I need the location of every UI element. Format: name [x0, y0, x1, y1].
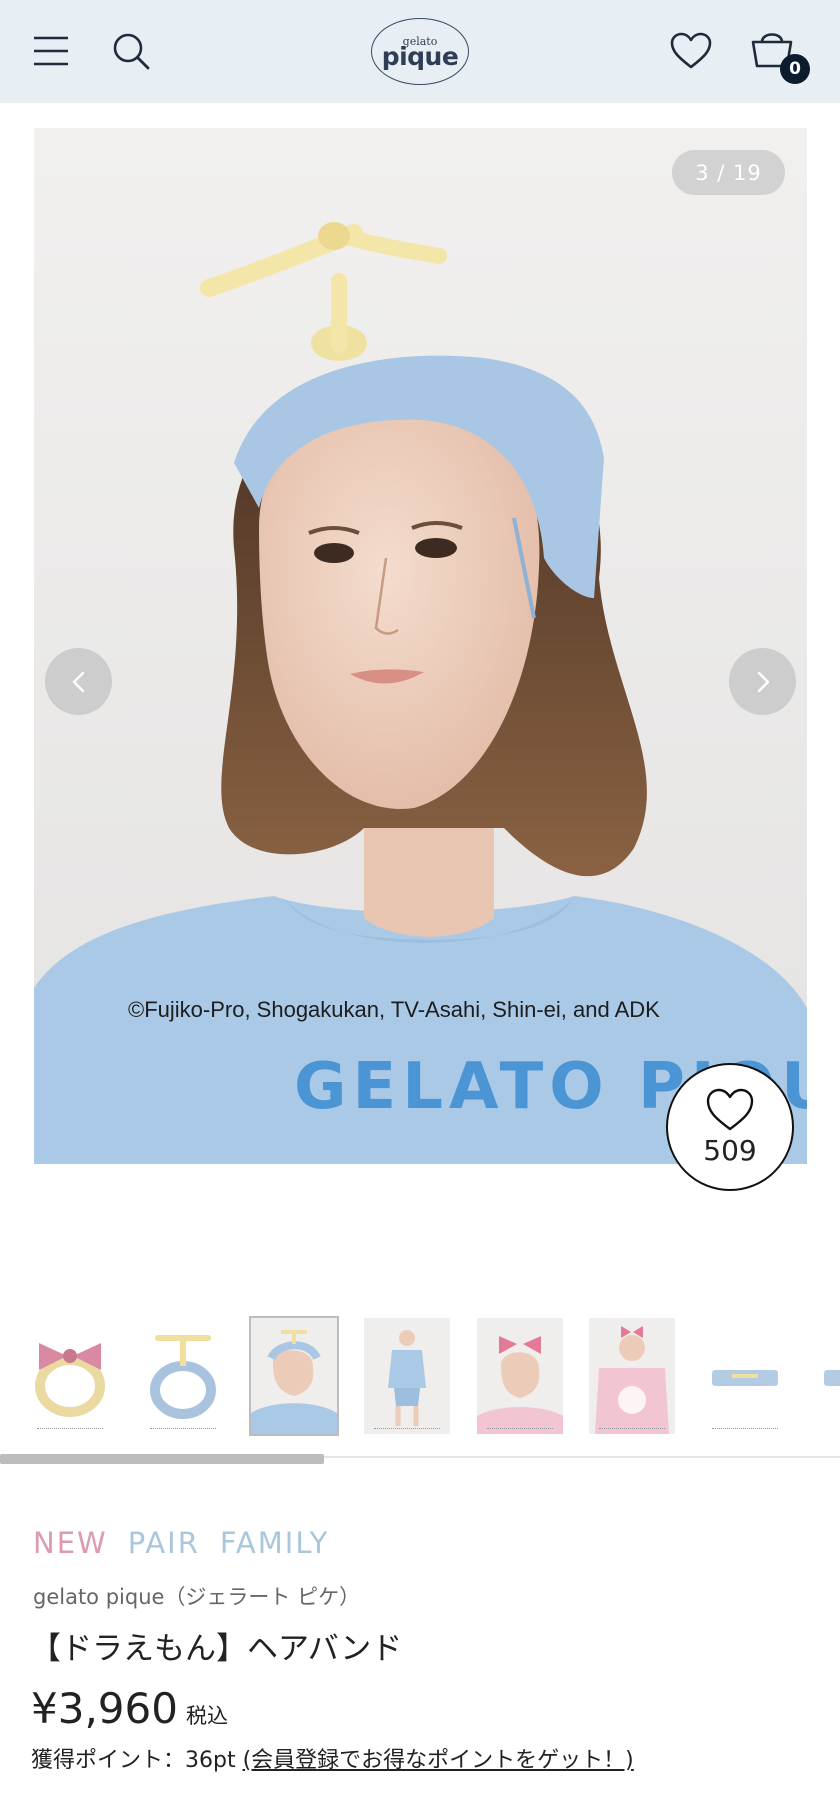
points-text: 獲得ポイント：36pt: [31, 1748, 243, 1773]
headband-flat-image: [712, 1370, 778, 1386]
brand-name[interactable]: gelato pique（ジェラート ピケ）: [33, 1581, 360, 1611]
like-button[interactable]: 509: [666, 1063, 794, 1191]
site-header: gelato pique 0: [0, 0, 840, 103]
thumbnail-pink-bow-headband[interactable]: [27, 1318, 113, 1434]
favorites-button[interactable]: [666, 26, 716, 76]
thumbnail-model-full-outfit[interactable]: [364, 1318, 450, 1434]
logo-big-text: pique: [381, 42, 459, 71]
copyright-notice: ©Fujiko-Pro, Shogakukan, TV-Asahi, Shin-…: [128, 997, 660, 1022]
product-title: 【ドラえもん】ヘアバンド: [30, 1631, 403, 1667]
thumbnail-model-propeller-headband[interactable]: [249, 1316, 339, 1436]
thumbnail-headband-flat-2[interactable]: [814, 1318, 840, 1434]
product-tags: NEW PAIR FAMILY: [33, 1526, 329, 1560]
tax-label: 税込: [185, 1704, 228, 1728]
chevron-right-icon: [757, 671, 770, 692]
image-counter: 3 / 19: [672, 150, 785, 195]
chevron-left-icon: [71, 671, 84, 692]
propeller-headband-image: [150, 1335, 216, 1419]
like-count: 509: [703, 1133, 757, 1167]
thumbnail-strip[interactable]: [0, 1316, 840, 1436]
pink-bow-headband-image: [35, 1343, 105, 1417]
headband-flat-2-image: [824, 1370, 840, 1386]
brand-logo[interactable]: gelato pique: [371, 18, 469, 85]
tag-new: NEW: [33, 1526, 108, 1560]
model-pink-bow-image: [477, 1318, 563, 1434]
tag-pair: PAIR: [127, 1526, 200, 1560]
menu-icon: [34, 36, 68, 66]
thumbnail-model-pink-bow[interactable]: [477, 1318, 563, 1434]
model-full-outfit-image: [364, 1318, 450, 1434]
cart-button[interactable]: 0: [748, 24, 810, 86]
heart-icon: [706, 1088, 754, 1130]
points-info: 獲得ポイント：36pt (会員登録でお得なポイントをゲット！): [31, 1742, 634, 1774]
thumbnail-scrollbar[interactable]: [0, 1454, 324, 1464]
model-propeller-headband-image: [251, 1318, 337, 1434]
tag-family: FAMILY: [219, 1526, 330, 1560]
menu-button[interactable]: [28, 28, 74, 74]
next-image-button[interactable]: [729, 648, 796, 715]
thumbnail-propeller-headband[interactable]: [140, 1318, 226, 1434]
thumbnail-model-pink-outfit[interactable]: [589, 1318, 675, 1434]
cart-count-badge: 0: [780, 54, 810, 84]
search-button[interactable]: [106, 26, 156, 76]
model-pink-outfit-image: [589, 1318, 675, 1434]
member-signup-link[interactable]: (会員登録でお得なポイントをゲット！): [243, 1748, 634, 1773]
price-row: ¥3,960 税込: [31, 1684, 228, 1733]
search-icon: [113, 33, 150, 70]
product-price: ¥3,960: [31, 1684, 178, 1733]
prev-image-button[interactable]: [45, 648, 112, 715]
heart-icon: [670, 32, 712, 69]
thumbnail-headband-flat[interactable]: [702, 1318, 788, 1434]
